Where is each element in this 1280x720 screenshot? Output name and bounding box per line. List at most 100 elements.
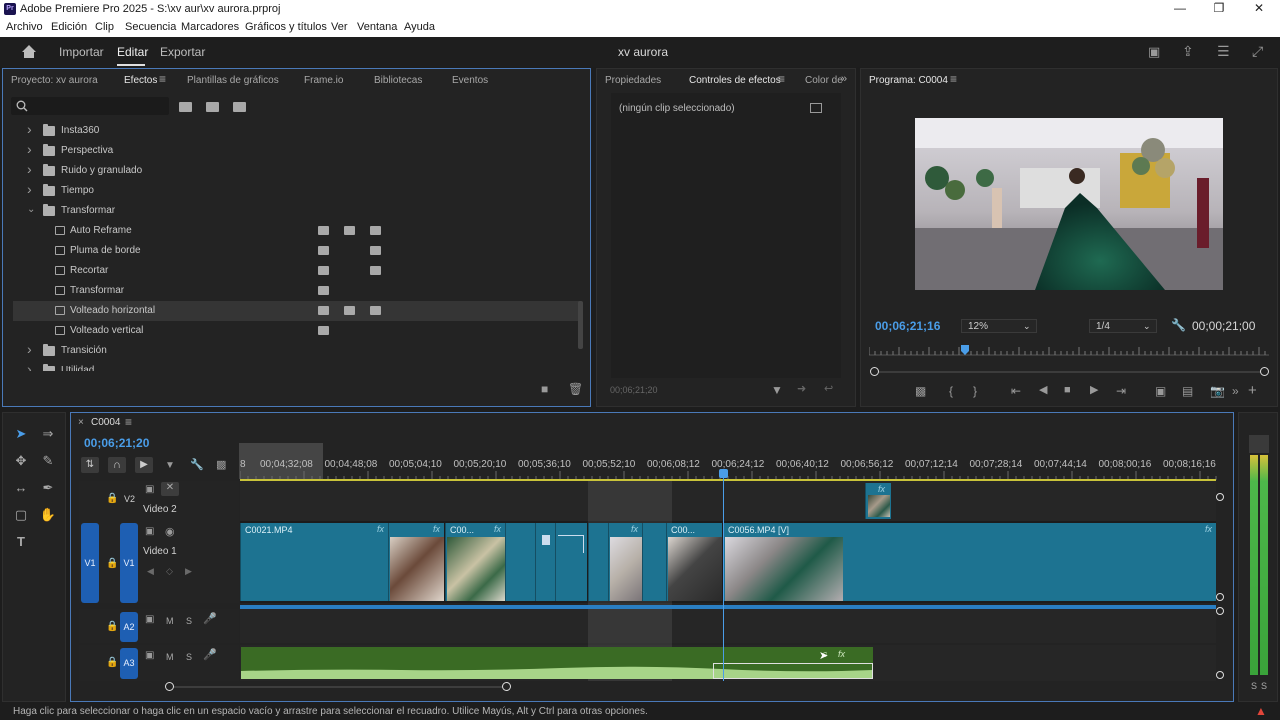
- tab-color[interactable]: Color de: [805, 75, 843, 86]
- yuv-filter-icon[interactable]: [233, 102, 246, 112]
- mark-in-icon[interactable]: {: [949, 385, 953, 397]
- stop-icon[interactable]: ■: [1064, 385, 1071, 396]
- clip-c00-b[interactable]: C00...: [666, 523, 722, 601]
- menu-clip[interactable]: Clip: [95, 21, 114, 33]
- mute-button[interactable]: M: [166, 616, 174, 626]
- step-forward-icon[interactable]: ▶: [1090, 385, 1098, 396]
- effects-folder[interactable]: › Utilidad: [13, 361, 581, 371]
- a3-target-button[interactable]: A3: [120, 648, 138, 679]
- settings-wrench-icon[interactable]: 🔧: [190, 460, 204, 471]
- keyframe-icon[interactable]: ◇: [166, 567, 173, 576]
- program-time-ruler[interactable]: [869, 341, 1269, 361]
- prev-keyframe-icon[interactable]: ◀: [147, 567, 154, 576]
- zoom-scrollbar[interactable]: [873, 371, 1267, 373]
- minimize-icon[interactable]: —: [1160, 1, 1200, 15]
- home-icon[interactable]: [21, 44, 37, 59]
- microphone-icon[interactable]: 🎤: [203, 650, 217, 661]
- menu-archivo[interactable]: Archivo: [6, 21, 43, 33]
- panel-overflow-icon[interactable]: »: [841, 73, 847, 85]
- mark-out-icon[interactable]: }: [973, 385, 977, 397]
- effects-folder[interactable]: › Transición: [13, 341, 581, 361]
- track-height-handle[interactable]: [1216, 671, 1224, 679]
- clip-c00-a[interactable]: C00... fx: [445, 523, 505, 601]
- ripple-edit-tool-icon[interactable]: ✥: [10, 450, 32, 472]
- effects-folder[interactable]: › Insta360: [13, 121, 581, 141]
- playhead[interactable]: [723, 471, 724, 681]
- captions-icon[interactable]: ▩: [216, 460, 226, 471]
- microphone-icon[interactable]: 🎤: [203, 614, 217, 625]
- zoom-scrollbar-right-handle[interactable]: [1260, 367, 1269, 376]
- share-icon[interactable]: ⇪: [1182, 44, 1194, 58]
- a3-audio-clip[interactable]: ♫ fx: [241, 647, 873, 679]
- close-icon[interactable]: ✕: [1239, 1, 1279, 15]
- scrollbar-left-handle[interactable]: [165, 682, 174, 691]
- tab-exportar[interactable]: Exportar: [160, 45, 205, 59]
- effect-item[interactable]: Pluma de borde: [13, 241, 581, 261]
- eye-icon[interactable]: ◉: [165, 527, 175, 538]
- clip-small-5[interactable]: [642, 523, 666, 601]
- mute-button[interactable]: M: [166, 652, 174, 662]
- slip-tool-icon[interactable]: ↔: [10, 477, 32, 499]
- chevron-down-icon[interactable]: ⌄: [27, 205, 35, 215]
- lock-icon[interactable]: 🔒: [106, 658, 118, 668]
- add-button-icon[interactable]: +: [1248, 383, 1257, 398]
- track-height-handle[interactable]: [1216, 493, 1224, 501]
- chevron-right-icon[interactable]: ›: [27, 142, 32, 156]
- menu-secuencia[interactable]: Secuencia: [125, 21, 176, 33]
- effect-item[interactable]: Transformar: [13, 281, 581, 301]
- effects-folder[interactable]: ⌄ Transformar: [13, 201, 581, 221]
- razor-tool-icon[interactable]: ✎: [37, 450, 59, 472]
- chevron-right-icon[interactable]: ›: [27, 122, 32, 136]
- 32bit-filter-icon[interactable]: [206, 102, 219, 112]
- search-input[interactable]: [31, 98, 165, 113]
- v2-clip[interactable]: fx: [865, 483, 891, 519]
- overflow-icon[interactable]: »: [1232, 385, 1239, 397]
- clip-small-1[interactable]: [505, 523, 535, 601]
- effects-folder[interactable]: › Tiempo: [13, 181, 581, 201]
- chevron-right-icon[interactable]: ›: [27, 162, 32, 176]
- scrollbar-thumb[interactable]: [578, 301, 583, 349]
- clip-c0056[interactable]: C0056.MP4 [V] fx: [723, 523, 1216, 601]
- menu-ver[interactable]: Ver: [331, 21, 348, 33]
- meter-solo-right[interactable]: S: [1261, 681, 1267, 691]
- panel-toggle-icon[interactable]: [810, 103, 822, 113]
- lift-icon[interactable]: ▣: [1155, 385, 1166, 397]
- film-icon[interactable]: ▣: [145, 527, 154, 537]
- v1-target-button[interactable]: V1: [120, 523, 138, 603]
- solo-button[interactable]: S: [186, 616, 192, 626]
- effect-item[interactable]: Volteado vertical: [13, 321, 581, 341]
- maximize-icon[interactable]: ❐: [1199, 1, 1239, 15]
- effect-item[interactable]: Auto Reframe: [13, 221, 581, 241]
- filter-icon[interactable]: ▼: [771, 384, 783, 396]
- pen-tool-icon[interactable]: ✒: [37, 477, 59, 499]
- program-timecode[interactable]: 00;06;21;16: [875, 319, 940, 333]
- a2-track-area[interactable]: [240, 609, 1216, 643]
- clip-thumb-2[interactable]: fx: [608, 523, 642, 601]
- close-sequence-icon[interactable]: ×: [78, 417, 84, 428]
- tab-menu-icon[interactable]: ≡: [125, 415, 132, 429]
- tab-propiedades[interactable]: Propiedades: [605, 75, 661, 86]
- tab-efectos[interactable]: Efectos: [124, 75, 157, 86]
- camera-icon[interactable]: 📷: [1210, 385, 1225, 397]
- nest-icon[interactable]: ⇅: [81, 457, 99, 473]
- lock-icon[interactable]: 🔒: [106, 494, 118, 504]
- tab-importar[interactable]: Importar: [59, 45, 104, 59]
- clip-small-3[interactable]: [555, 523, 587, 601]
- clip-small-2[interactable]: [535, 523, 555, 601]
- track-select-tool-icon[interactable]: ⇒: [37, 423, 59, 445]
- chevron-right-icon[interactable]: ›: [27, 362, 32, 371]
- resolution-select[interactable]: 1/4 ⌄: [1089, 319, 1157, 333]
- tab-frameio[interactable]: Frame.io: [304, 75, 343, 86]
- solo-button[interactable]: S: [186, 652, 192, 662]
- linked-selection-icon[interactable]: ▶: [135, 457, 153, 473]
- menu-icon[interactable]: ☰: [1217, 44, 1230, 58]
- clip-small-4[interactable]: [588, 523, 608, 601]
- extract-icon[interactable]: ▤: [1182, 385, 1193, 397]
- go-to-out-icon[interactable]: ⇥: [1116, 385, 1126, 397]
- timeline-timecode[interactable]: 00;06;21;20: [84, 436, 149, 450]
- chevron-right-icon[interactable]: ›: [27, 342, 32, 356]
- menu-ventana[interactable]: Ventana: [357, 21, 397, 33]
- effect-item[interactable]: Volteado horizontal: [13, 301, 581, 321]
- selection-tool-icon[interactable]: ➤: [10, 423, 32, 445]
- clip-c0021[interactable]: C0021.MP4 fx: [240, 523, 388, 601]
